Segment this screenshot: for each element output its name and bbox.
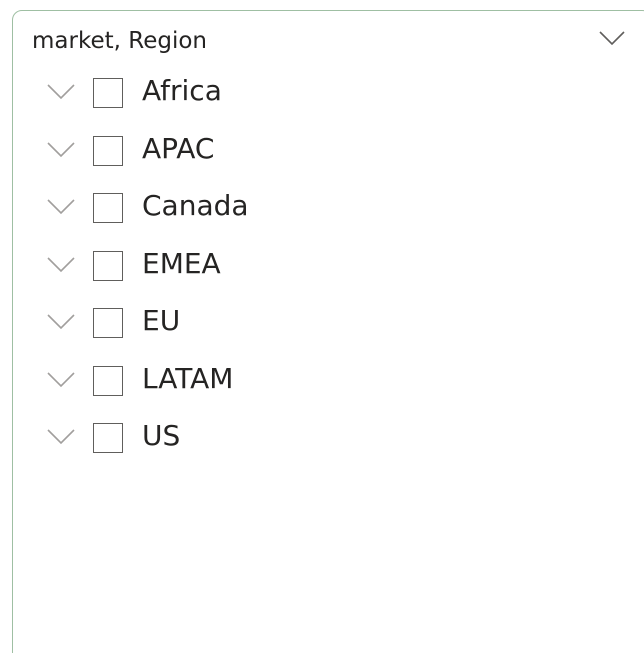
item-checkbox[interactable]: [93, 365, 123, 396]
slicer-title: market, Region: [32, 28, 207, 54]
item-checkbox[interactable]: [93, 250, 123, 281]
chevron-down-icon[interactable]: [598, 30, 626, 46]
list-item[interactable]: US: [0, 411, 644, 469]
chevron-down-icon[interactable]: [46, 141, 76, 158]
item-label: Canada: [142, 189, 249, 222]
list-item[interactable]: Canada: [0, 181, 644, 239]
item-label: Africa: [142, 74, 222, 107]
item-checkbox[interactable]: [93, 193, 123, 223]
item-checkbox[interactable]: [93, 308, 123, 338]
chevron-down-icon[interactable]: [46, 256, 76, 273]
list-item[interactable]: EMEA: [0, 239, 644, 297]
chevron-down-icon[interactable]: [46, 371, 76, 388]
chevron-down-icon[interactable]: [46, 428, 76, 445]
item-label: US: [142, 419, 181, 452]
list-item[interactable]: APAC: [0, 124, 644, 182]
item-label: EU: [142, 304, 181, 337]
item-label: EMEA: [142, 246, 221, 280]
slicer-list: Africa APAC Canada EMEA EU LATAM US: [0, 66, 644, 469]
chevron-down-icon[interactable]: [46, 83, 76, 100]
list-item[interactable]: Africa: [0, 66, 644, 124]
chevron-down-icon[interactable]: [46, 313, 76, 330]
chevron-down-icon[interactable]: [46, 198, 76, 215]
item-checkbox[interactable]: [93, 135, 123, 166]
item-label: APAC: [142, 131, 215, 165]
list-item[interactable]: LATAM: [0, 354, 644, 412]
item-checkbox[interactable]: [93, 423, 123, 453]
item-checkbox[interactable]: [93, 78, 123, 108]
list-item[interactable]: EU: [0, 296, 644, 354]
item-label: LATAM: [142, 361, 234, 395]
